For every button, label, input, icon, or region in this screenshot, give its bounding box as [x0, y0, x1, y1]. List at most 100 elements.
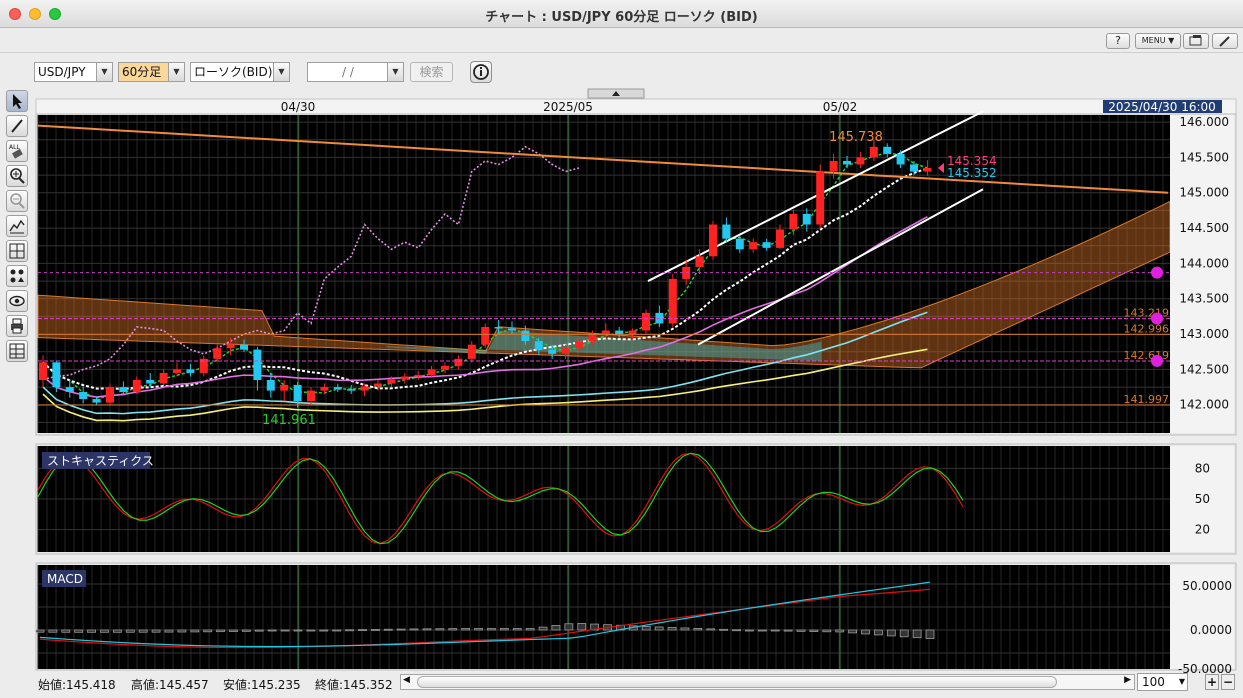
candle-body — [615, 330, 624, 335]
candle-body — [266, 380, 275, 391]
macd-histogram-bar — [770, 629, 780, 632]
candle-body — [575, 341, 583, 349]
macd-histogram-bar — [925, 629, 935, 639]
macd-axis-tick: 0.0000 — [1190, 623, 1232, 637]
alarm-icon — [1151, 266, 1163, 279]
bid-price-tag: 145.352 — [947, 166, 997, 180]
macd-histogram-bar — [538, 626, 548, 631]
price-axis-tick: 145.500 — [1179, 150, 1229, 164]
price-axis-tick: 143.000 — [1179, 327, 1229, 341]
high-price: 高値:145.457 — [131, 678, 209, 692]
macd-histogram-bar — [886, 629, 896, 637]
macd-histogram-bar — [706, 628, 716, 631]
macd-histogram-bar — [229, 629, 238, 632]
candle-body — [883, 146, 892, 154]
macd-histogram-bar — [358, 629, 367, 631]
macd-histogram-bar — [409, 628, 419, 631]
macd-histogram-bar — [254, 629, 264, 632]
candle-body — [320, 387, 329, 391]
macd-histogram-bar — [422, 628, 432, 631]
macd-histogram-bar — [861, 629, 870, 635]
high-annotation: 145.738 — [829, 130, 883, 145]
macd-histogram-bar — [125, 629, 135, 633]
macd-histogram-bar — [796, 629, 806, 632]
candle-body — [92, 399, 101, 403]
price-axis-tick: 144.000 — [1179, 256, 1229, 270]
price-axis-tick: 145.000 — [1179, 186, 1229, 200]
candle-body — [374, 383, 382, 387]
macd-histogram-bar — [164, 629, 174, 633]
candle-body — [628, 330, 637, 335]
candle-body — [240, 344, 248, 350]
candle-body — [52, 362, 61, 388]
zoom-in-button[interactable]: + — [1205, 674, 1219, 690]
scroll-right-icon[interactable]: ▶ — [1124, 675, 1131, 685]
macd-histogram-bar — [874, 629, 883, 636]
macd-title: MACD — [47, 572, 83, 586]
candle-body — [293, 384, 302, 402]
scroll-thumb[interactable] — [417, 676, 1057, 688]
stochastic-axis-tick: 50 — [1195, 492, 1210, 506]
price-axis-tick: 143.500 — [1179, 292, 1229, 306]
macd-histogram-bar — [280, 629, 290, 632]
candle-body — [735, 238, 744, 250]
candle-body — [601, 330, 610, 335]
candle-body — [414, 375, 423, 377]
macd-histogram-bar — [203, 629, 213, 633]
macd-histogram-bar — [435, 628, 445, 631]
macd-histogram-bar — [383, 628, 393, 631]
candle-body — [387, 379, 396, 384]
macd-histogram-bar — [564, 623, 574, 631]
open-price: 始値:145.418 — [38, 678, 116, 692]
macd-histogram-bar — [822, 629, 832, 633]
macd-histogram-bar — [732, 629, 741, 632]
candle-body — [869, 146, 878, 158]
candle-body — [65, 387, 74, 393]
macd-histogram-bar — [667, 627, 677, 631]
candle-body — [400, 376, 409, 380]
cursor-time-label: 2025/04/30 16:00 — [1108, 100, 1216, 114]
candle-body — [816, 171, 825, 225]
stochastic-axis-tick: 20 — [1195, 523, 1210, 537]
candle-body — [923, 168, 932, 172]
candle-body — [695, 256, 704, 267]
candle-body — [253, 349, 262, 380]
candle-body — [280, 384, 289, 391]
price-plot[interactable] — [38, 115, 1170, 433]
price-axis-tick: 146.000 — [1179, 115, 1229, 129]
macd-histogram-bar — [461, 628, 471, 631]
horizontal-scrollbar[interactable]: ◀ ▶ — [400, 674, 1135, 690]
macd-axis-tick: 50.0000 — [1182, 579, 1232, 593]
macd-histogram-bar — [499, 628, 509, 631]
candle-body — [173, 369, 181, 373]
time-axis-label: 05/02 — [823, 100, 858, 114]
time-axis — [35, 98, 1237, 115]
candle-body — [119, 387, 128, 393]
macd-histogram-bar — [745, 629, 754, 632]
macd-histogram-bar — [345, 629, 354, 632]
candle-body — [762, 242, 771, 248]
macd-histogram-bar — [87, 629, 96, 633]
macd-histogram-bar — [112, 629, 122, 633]
scroll-left-icon[interactable]: ◀ — [403, 675, 410, 685]
zoom-select[interactable]: 100 ▼ — [1137, 673, 1188, 691]
chevron-down-icon: ▼ — [1178, 677, 1185, 686]
candle-body — [454, 358, 463, 366]
candle-body — [642, 312, 650, 331]
macd-histogram-bar — [848, 629, 858, 634]
macd-histogram-bar — [899, 629, 909, 638]
candle-body — [347, 389, 356, 391]
candle-body — [508, 328, 516, 331]
alarm-icon — [1151, 312, 1163, 325]
zoom-out-button[interactable]: − — [1221, 674, 1235, 690]
candle-body — [79, 392, 88, 400]
chart-window: チャート : USD/JPY 60分足 ローソク (BID) ? MENU ▼ … — [0, 0, 1243, 698]
candle-body — [186, 369, 195, 373]
macd-histogram-bar — [319, 629, 329, 632]
candle-body — [521, 330, 530, 342]
chart-area[interactable]: 04/30 2025/05 05/02 2025/04/30 16:00 145.7… — [0, 0, 1243, 698]
candle-body — [159, 372, 168, 384]
macd-histogram-bar — [35, 629, 45, 633]
candle-body — [441, 365, 449, 370]
candle-body — [213, 348, 222, 359]
